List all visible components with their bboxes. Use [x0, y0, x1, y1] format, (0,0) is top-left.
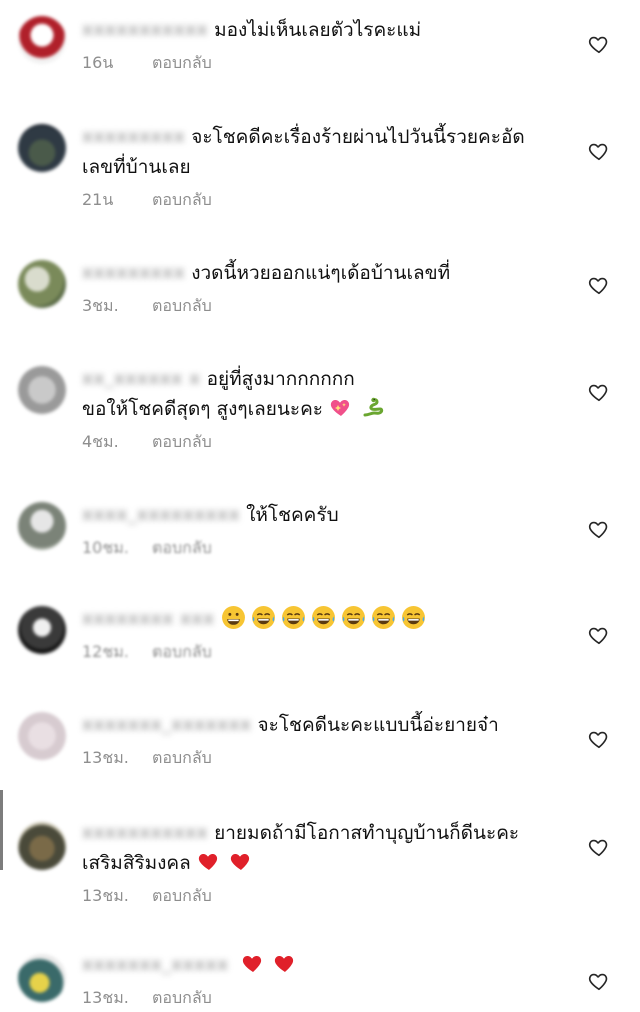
red-heart-emoji	[229, 849, 253, 873]
snake-emoji	[361, 395, 385, 419]
comment-time: 13ชม.	[82, 886, 129, 905]
avatar[interactable]	[18, 124, 66, 172]
comment-item: xxxxxxx_xxxxxxx จะโชคดีนะคะแบบนี้อ่ะยายจ๋…	[0, 710, 640, 780]
reply-button[interactable]: ตอบกลับ	[152, 642, 212, 662]
comment-item: xxxxxxxxx จะโชคดีคะเรื่องร้ายผ่านไปวันนี้…	[0, 120, 640, 220]
comment-text-line2: เสริมสิริมงคล	[82, 852, 191, 874]
red-heart-emoji	[273, 951, 297, 975]
comment-item: xxxx_xxxxxxxxx ให้โชคครับ 10ชม. ตอบกลับ	[0, 500, 640, 570]
like-heart-icon[interactable]	[588, 728, 610, 750]
comment-time: 10ชม.	[82, 538, 129, 557]
comment-time: 3ชม.	[82, 296, 119, 315]
comment-item: xx_xxxxxx x อยู่ที่สูงมากกกกกก ขอให้โชคดี…	[0, 364, 640, 464]
avatar[interactable]	[18, 606, 66, 654]
comment-item: xxxxxxxxxxx มองไม่เห็นเลยตัวไรคะแม่ 16น ตอ…	[0, 10, 640, 90]
avatar[interactable]	[18, 954, 66, 1002]
comment-item: xxxxxxxxx งวดนี้หวยออกแน่ๆเด้อบ้านเลขที่ …	[0, 258, 640, 328]
reply-button[interactable]: ตอบกลับ	[152, 538, 212, 558]
tears-of-joy-emoji	[281, 605, 306, 630]
comments-list: xxxxxxxxxxx มองไม่เห็นเลยตัวไรคะแม่ 16น ตอ…	[0, 0, 640, 1012]
comment-username[interactable]: xxxxxxxx xxx	[82, 604, 215, 634]
comment-time: 13ชม.	[82, 988, 129, 1007]
comment-text: ให้โชคครับ	[246, 504, 339, 526]
comment-username[interactable]: xxxxxxx_xxxxx	[82, 950, 229, 980]
comment-username[interactable]: xx_xxxxxx x	[82, 364, 201, 394]
comment-username[interactable]: xxxxxxxxxxx	[82, 15, 208, 45]
tears-of-joy-emoji	[311, 605, 336, 630]
comment-text-line2: ขอให้โชคดีสุดๆ สูงๆเลยนะคะ	[82, 398, 323, 420]
comment-text: ยายมดถ้ามีโอกาสทำบุญบ้านก็ดีนะคะ	[214, 822, 520, 844]
red-heart-emoji	[197, 849, 221, 873]
avatar[interactable]	[18, 366, 66, 414]
avatar[interactable]	[18, 260, 66, 308]
comment-text: อยู่ที่สูงมากกกกกก	[206, 368, 355, 390]
comment-item: xxxxxxxx xxx 12ชม. ตอบกลับ	[0, 604, 640, 674]
comment-username[interactable]: xxxxxxxxx	[82, 258, 185, 288]
like-heart-icon[interactable]	[588, 274, 610, 296]
comment-text: มองไม่เห็นเลยตัวไรคะแม่	[214, 19, 422, 41]
comment-time: 21น	[82, 190, 114, 209]
comment-username[interactable]: xxxxxxxxx	[82, 122, 185, 152]
sparkling-heart-emoji	[329, 395, 353, 419]
avatar[interactable]	[18, 16, 66, 64]
comment-text: จะโชคดีนะคะแบบนี้อ่ะยายจ๋า	[257, 714, 499, 736]
red-heart-emoji	[241, 951, 265, 975]
like-heart-icon[interactable]	[588, 624, 610, 646]
like-heart-icon[interactable]	[588, 140, 610, 162]
tears-of-joy-emoji	[401, 605, 426, 630]
reply-button[interactable]: ตอบกลับ	[152, 886, 212, 906]
comment-username[interactable]: xxxxxxx_xxxxxxx	[82, 710, 252, 740]
emoji-row	[221, 605, 431, 630]
comment-time: 4ชม.	[82, 432, 119, 451]
comment-time: 16น	[82, 53, 114, 72]
like-heart-icon[interactable]	[588, 970, 610, 992]
reply-button[interactable]: ตอบกลับ	[152, 748, 212, 768]
reply-button[interactable]: ตอบกลับ	[152, 432, 212, 452]
comment-time: 13ชม.	[82, 748, 129, 767]
reply-button[interactable]: ตอบกลับ	[152, 53, 212, 73]
tears-of-joy-emoji	[371, 605, 396, 630]
scrollbar[interactable]	[0, 790, 3, 870]
comment-username[interactable]: xxxxxxxxxxx	[82, 818, 208, 848]
reply-button[interactable]: ตอบกลับ	[152, 190, 212, 210]
avatar[interactable]	[18, 712, 66, 760]
comment-item: xxxxxxx_xxxxx 13ชม. ตอบกลับ	[0, 950, 640, 1012]
comment-text: จะโชคดีคะเรื่องร้ายผ่านไปวันนี้รวยคะอัด	[191, 126, 525, 148]
like-heart-icon[interactable]	[588, 518, 610, 540]
comment-text-line2: เลขที่บ้านเลย	[82, 156, 191, 178]
like-heart-icon[interactable]	[588, 836, 610, 858]
comment-time: 12ชม.	[82, 642, 129, 661]
comment-username[interactable]: xxxx_xxxxxxxxx	[82, 500, 240, 530]
avatar[interactable]	[18, 822, 66, 870]
avatar[interactable]	[18, 502, 66, 550]
grinning-face-emoji	[221, 605, 246, 630]
like-heart-icon[interactable]	[588, 381, 610, 403]
comment-text: งวดนี้หวยออกแน่ๆเด้อบ้านเลขที่	[191, 262, 451, 284]
comment-item: xxxxxxxxxxx ยายมดถ้ามีโอกาสทำบุญบ้านก็ดีน…	[0, 818, 640, 918]
tears-of-joy-emoji	[341, 605, 366, 630]
reply-button[interactable]: ตอบกลับ	[152, 988, 212, 1008]
like-heart-icon[interactable]	[588, 33, 610, 55]
reply-button[interactable]: ตอบกลับ	[152, 296, 212, 316]
tears-of-joy-emoji	[251, 605, 276, 630]
